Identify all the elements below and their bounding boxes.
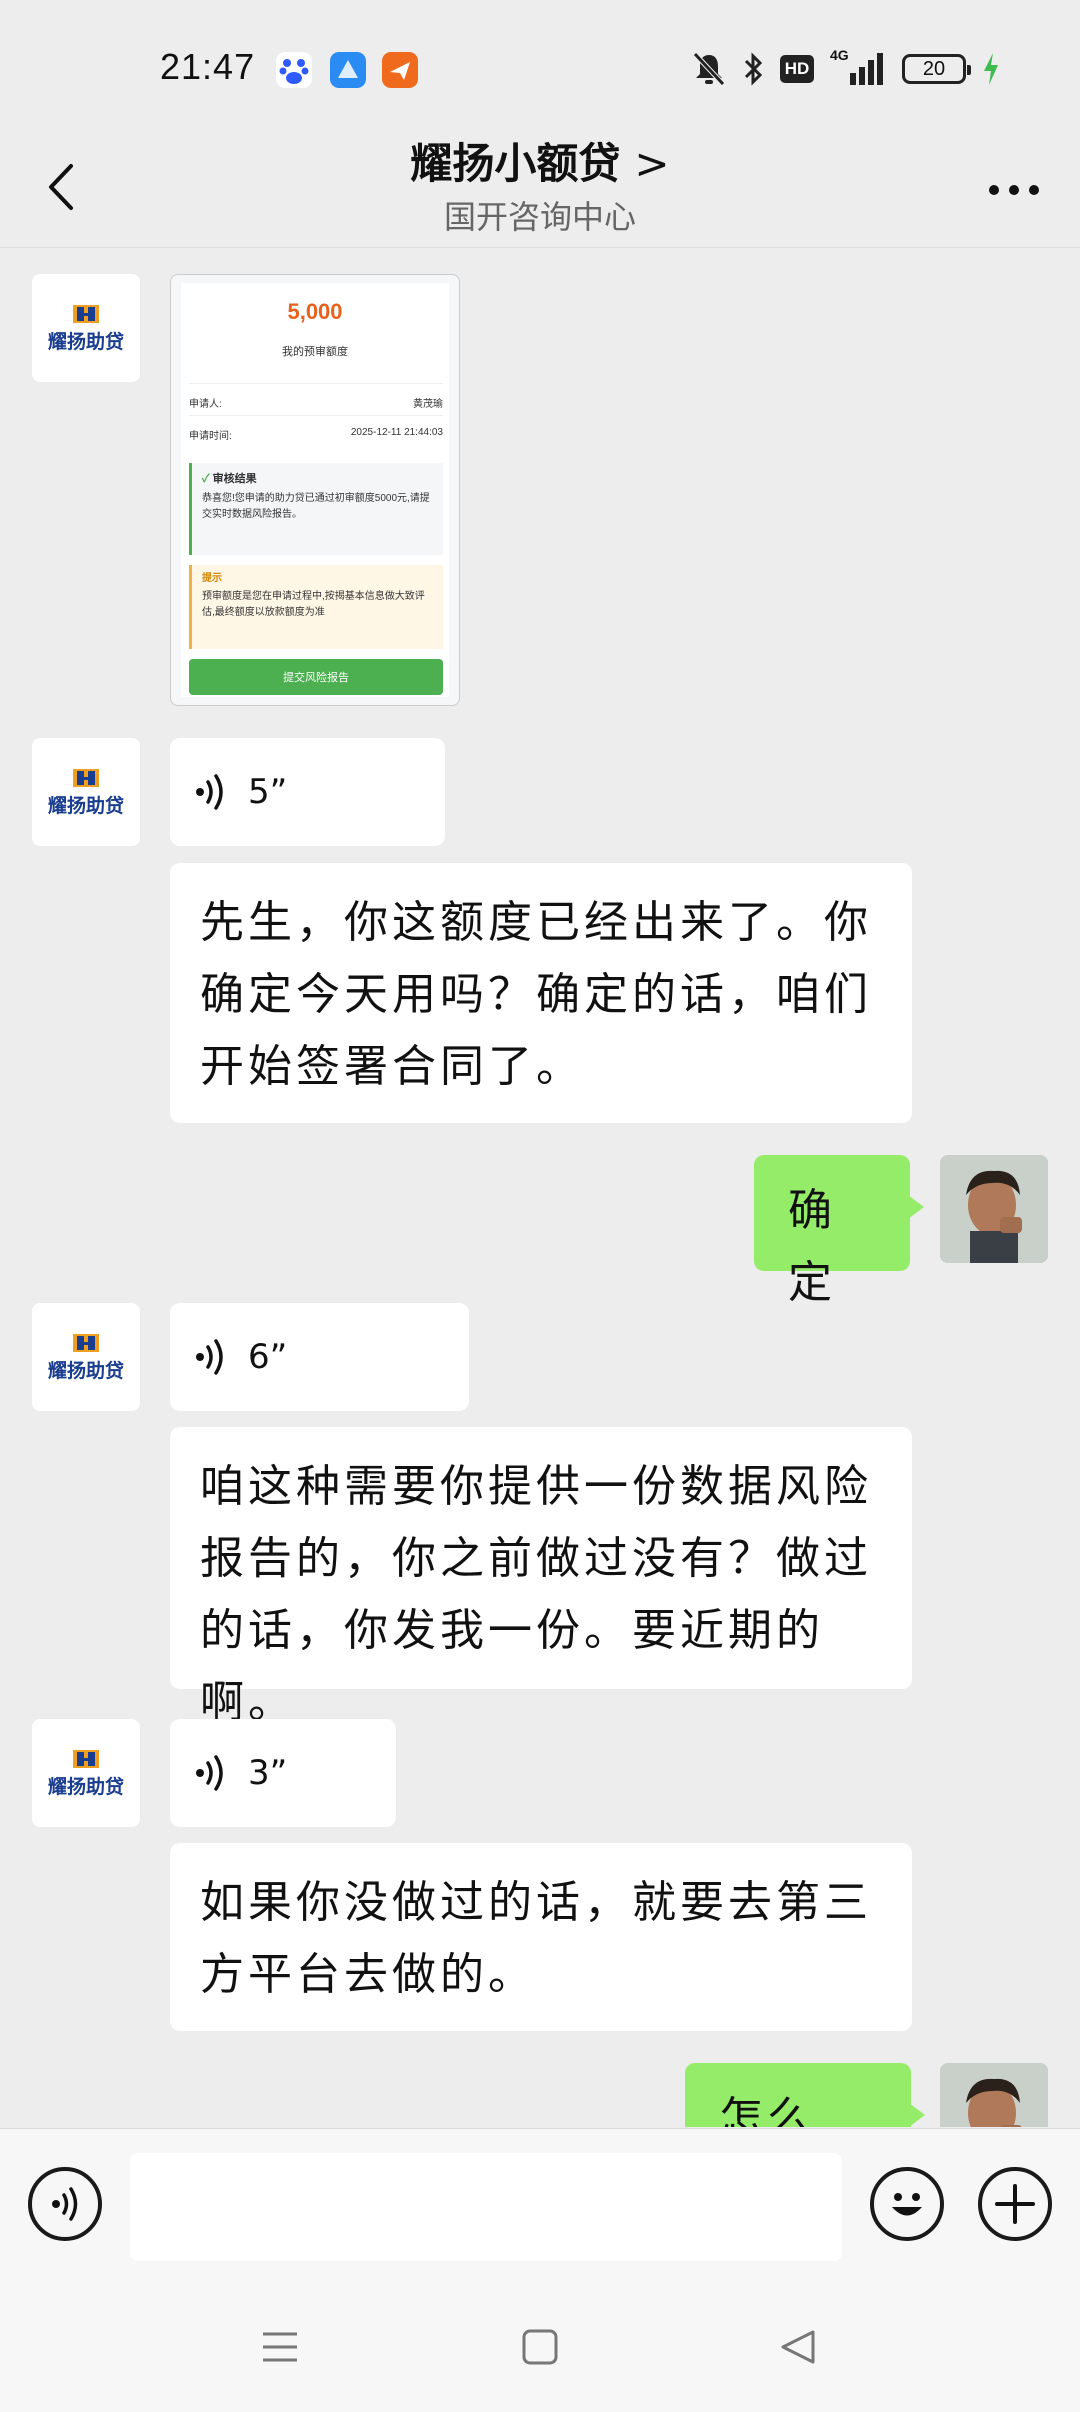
chevron-right-icon: > (634, 139, 670, 188)
charging-icon (984, 53, 998, 85)
divider (189, 383, 443, 384)
tip-title: 提示 (202, 573, 222, 584)
voice-icon (196, 1339, 223, 1375)
avatar[interactable]: 耀扬助贷 (32, 1303, 140, 1411)
my-text-message[interactable]: 怎么做? (685, 2063, 925, 2127)
review-result-title-text: 审核结果 (212, 473, 257, 485)
recent-apps-button[interactable] (250, 2322, 310, 2372)
avatar[interactable]: 耀扬助贷 (32, 1719, 140, 1827)
hd-badge: HD (780, 55, 814, 83)
my-text-message[interactable]: 确定 (754, 1155, 924, 1308)
applicant-row: 申请人: 黄茂瑜 (189, 395, 443, 410)
brand-logo-icon (73, 304, 99, 323)
voice-message[interactable]: 3” (170, 1719, 396, 1827)
voice-icon (196, 774, 223, 810)
voice-icon (196, 1755, 223, 1791)
flight-app-icon (382, 52, 418, 88)
system-navigation-bar (0, 2284, 1080, 2412)
voice-message[interactable]: 5” (170, 738, 445, 846)
review-result-title: ✓ 审核结果 (202, 471, 435, 487)
chat-subtitle: 国开咨询中心 (443, 198, 636, 236)
chat-header: 耀扬小额贷 > 国开咨询中心 (0, 130, 1080, 248)
voice-input-button[interactable] (28, 2167, 102, 2241)
mute-icon (693, 52, 725, 86)
brand-logo-icon (73, 1749, 99, 1768)
status-icons: HD 4G 20 (692, 47, 1000, 90)
brand-logo-text: 耀扬助贷 (47, 1775, 124, 1798)
input-bar (0, 2128, 1080, 2284)
plus-button[interactable] (978, 2167, 1052, 2241)
avatar[interactable]: 耀扬助贷 (32, 274, 140, 382)
voice-duration: 6” (248, 1337, 288, 1377)
user-photo (940, 2063, 1048, 2127)
status-bar: 21:47 HD 4G 20 (0, 0, 1080, 130)
brand-logo-text: 耀扬助贷 (47, 794, 124, 817)
review-result-text: 恭喜您!您申请的助力贷已通过初审额度5000元,请提交实时数据风险报告。 (202, 493, 430, 520)
voice-icon (52, 2187, 78, 2221)
applicant-label: 申请人: (189, 399, 222, 410)
brand-logo-text: 耀扬助贷 (47, 330, 124, 353)
more-button[interactable] (984, 170, 1044, 210)
user-photo (940, 1155, 1048, 1263)
my-avatar[interactable] (940, 1155, 1048, 1263)
back-triangle-icon (781, 2330, 815, 2364)
voice-message[interactable]: 6” (170, 1303, 469, 1411)
battery-icon: 20 (902, 54, 971, 84)
divider (189, 415, 443, 416)
signal-icon: 4G (830, 47, 886, 87)
apply-time-value: 2025-12-11 21:44:03 (350, 427, 443, 438)
my-avatar[interactable] (940, 2063, 1048, 2127)
apply-time-label: 申请时间: (189, 431, 232, 442)
tip-box: 提示 预审额度是您在申请过程中,按揭基本信息做大致评估,最终额度以放款额度为准 (189, 565, 443, 649)
home-button[interactable] (510, 2322, 570, 2372)
approved-amount-label: 我的预审额度 (282, 346, 348, 358)
text-message[interactable]: 先生，你这额度已经出来了。你确定今天用吗？确定的话，咱们开始签署合同了。 (170, 863, 912, 1123)
brand-logo-text: 耀扬助贷 (47, 1359, 124, 1382)
text-message[interactable]: 如果你没做过的话，就要去第三方平台去做的。 (170, 1843, 912, 2031)
home-icon (522, 2329, 558, 2365)
chat-title[interactable]: 耀扬小额贷 > (0, 130, 1080, 191)
more-icon (989, 185, 1039, 195)
text-message[interactable]: 咱这种需要你提供一份数据风险报告的，你之前做过没有？做过的话，你发我一份。要近期… (170, 1427, 912, 1728)
status-time: 21:47 (160, 46, 256, 87)
brand-logo-icon (73, 768, 99, 787)
review-result-box: ✓ 审核结果 恭喜您!您申请的助力贷已通过初审额度5000元,请提交实时数据风险… (189, 463, 443, 555)
emoji-button[interactable] (870, 2167, 944, 2241)
applicant-value: 黄茂瑜 (413, 399, 443, 410)
menu-icon (263, 2332, 297, 2362)
message-input[interactable] (130, 2153, 842, 2261)
submit-report-button: 提交风险报告 (189, 659, 443, 695)
app-icon (330, 52, 366, 88)
voice-duration: 5” (248, 772, 288, 812)
baidu-icon (276, 52, 312, 88)
voice-duration: 3” (248, 1753, 288, 1793)
loan-screenshot-message[interactable]: 5,000 我的预审额度 申请人: 黄茂瑜 申请时间: 2025-12-11 2… (170, 274, 460, 706)
apply-time-row: 申请时间: 2025-12-11 21:44:03 (189, 427, 443, 442)
loan-card: 5,000 我的预审额度 申请人: 黄茂瑜 申请时间: 2025-12-11 2… (181, 283, 449, 697)
bluetooth-icon (744, 52, 763, 86)
system-back-button[interactable] (768, 2322, 828, 2372)
chat-title-text: 耀扬小额贷 (410, 139, 621, 188)
approved-amount: 5,000 (287, 299, 343, 324)
plus-icon (995, 2184, 1035, 2224)
avatar[interactable]: 耀扬助贷 (32, 738, 140, 846)
battery-level: 20 (922, 57, 946, 80)
brand-logo-icon (73, 1333, 99, 1352)
check-icon: ✓ (202, 473, 213, 485)
tip-text: 预审额度是您在申请过程中,按揭基本信息做大致评估,最终额度以放款额度为准 (202, 591, 425, 618)
chat-message-list[interactable]: 耀扬助贷 5,000 我的预审额度 申请人: 黄茂瑜 申请时间: 2025-12… (0, 249, 1080, 2127)
emoji-icon (892, 2193, 922, 2216)
